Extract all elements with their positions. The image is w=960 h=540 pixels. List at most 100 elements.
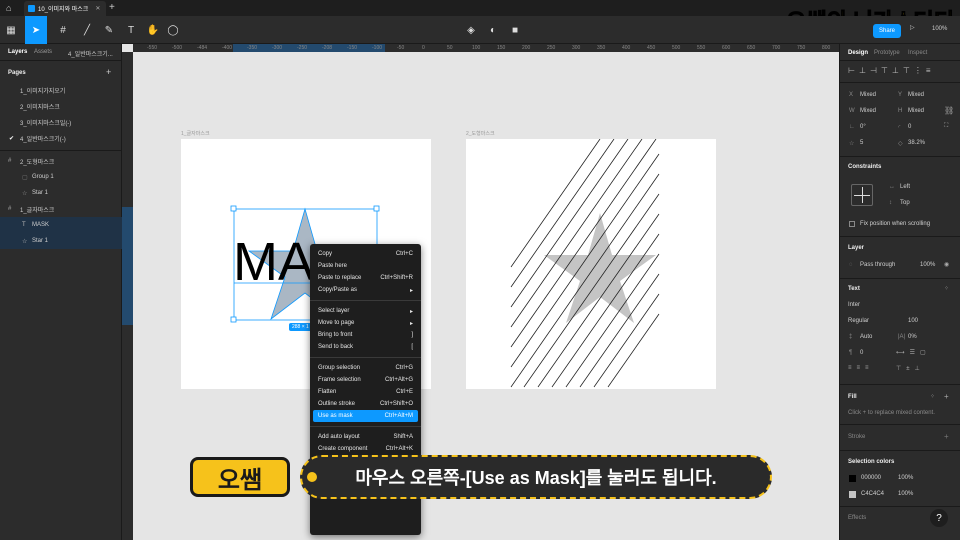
move-tool-icon[interactable]: ➤: [25, 16, 47, 44]
resize-handle[interactable]: [230, 316, 237, 323]
visibility-icon[interactable]: ◉: [944, 261, 949, 268]
points-field[interactable]: 5: [860, 140, 863, 146]
add-fill-icon[interactable]: +: [944, 392, 949, 401]
w-field[interactable]: Mixed: [860, 108, 876, 114]
add-stroke-icon[interactable]: +: [944, 432, 949, 441]
color-hex[interactable]: C4C4C4: [861, 491, 884, 497]
text-styles-icon[interactable]: ⁘: [944, 285, 949, 292]
comment-tool-icon[interactable]: ◯: [164, 16, 182, 44]
menu-separator: [310, 357, 421, 358]
h-field[interactable]: Mixed: [908, 108, 924, 114]
design-tab[interactable]: Design: [848, 50, 868, 56]
page-item[interactable]: 3_이미지마스크일(-): [0, 114, 122, 130]
page-item[interactable]: 2_이미지마스크: [0, 98, 122, 114]
color-opacity[interactable]: 100%: [898, 475, 913, 481]
menu-item-bring-to-front[interactable]: Bring to front]: [313, 329, 418, 341]
x-field[interactable]: Mixed: [860, 92, 876, 98]
resize-handle[interactable]: [373, 205, 380, 212]
color-swatch[interactable]: [849, 475, 856, 482]
add-page-icon[interactable]: +: [106, 67, 111, 77]
menu-item-create-component[interactable]: Create component Ctrl+Alt+K: [313, 443, 418, 455]
mask-tool-icon[interactable]: ◐: [484, 16, 502, 44]
menu-item-label: Bring to front: [318, 332, 353, 338]
home-icon[interactable]: ⌂: [6, 3, 16, 13]
menu-item-copy-paste-as[interactable]: Copy/Paste as ▸: [313, 284, 418, 296]
menu-item-paste-to-replace[interactable]: Paste to replace Ctrl+Shift+R: [313, 272, 418, 284]
color-swatch[interactable]: [849, 491, 856, 498]
main-menu-icon[interactable]: ▦: [2, 16, 20, 44]
text-align-icons[interactable]: ≡≡≡: [848, 365, 874, 371]
star-shape[interactable]: [544, 213, 656, 323]
layer-row-selected[interactable]: ☆ Star 1: [0, 233, 122, 249]
font-family-select[interactable]: Inter: [848, 302, 860, 308]
menu-item-add-auto-layout[interactable]: Add auto layout Shift+A: [313, 431, 418, 443]
radius-field[interactable]: 0: [908, 124, 911, 130]
new-tab-button[interactable]: +: [109, 2, 115, 13]
zoom-level[interactable]: 100%: [932, 26, 947, 32]
layer-row[interactable]: # 2_도형마스크: [0, 153, 122, 169]
page-item[interactable]: 1_이미지가지오기: [0, 82, 122, 98]
page-item-current[interactable]: ✔ 4_일반마스크기(-): [0, 130, 122, 146]
boolean-tool-icon[interactable]: ■: [506, 16, 524, 44]
pen-tool-icon[interactable]: ✎: [100, 16, 118, 44]
layer-row[interactable]: ▢ Group 1: [0, 169, 122, 185]
frame-label[interactable]: 1_글자마스크: [181, 130, 210, 137]
rotation-field[interactable]: 0°: [860, 124, 866, 130]
page-switcher[interactable]: 4_일반마스크기...: [68, 49, 113, 58]
vertical-align-icons[interactable]: ⊤±⊥: [896, 365, 925, 372]
ratio-field[interactable]: 38.2%: [908, 140, 925, 146]
horizontal-constraint-select[interactable]: Left: [900, 184, 910, 190]
menu-item-use-as-mask[interactable]: Use as mask Ctrl+Alt+M: [313, 410, 418, 422]
paragraph-spacing-field[interactable]: 0: [860, 350, 863, 356]
constraints-widget[interactable]: [851, 184, 873, 206]
menu-item-select-layer[interactable]: Select layer ▸: [313, 305, 418, 317]
fix-position-checkbox[interactable]: [849, 221, 855, 227]
share-button[interactable]: Share: [873, 24, 901, 38]
close-tab-icon[interactable]: ✕: [95, 5, 100, 12]
frame-label[interactable]: 2_도형마스크: [466, 130, 495, 137]
align-icons[interactable]: ⊢⊥⊣⊤⊥⊤⋮≡: [848, 66, 934, 75]
layer-row-selected[interactable]: T MASK: [0, 217, 122, 233]
menu-item-frame-selection[interactable]: Frame selection Ctrl+Alt+G: [313, 374, 418, 386]
file-tab[interactable]: 10_이미지와 마스크 ✕: [24, 1, 106, 16]
prototype-tab[interactable]: Prototype: [874, 50, 900, 56]
text-tool-icon[interactable]: T: [122, 16, 140, 44]
divider: [840, 156, 960, 157]
layer-row[interactable]: ☆ Star 1: [0, 185, 122, 201]
layer-opacity[interactable]: 100%: [920, 262, 935, 268]
layer-row[interactable]: # 1_글자마스크: [0, 201, 122, 217]
component-tool-icon[interactable]: ◈: [462, 16, 480, 44]
assets-tab[interactable]: Assets: [34, 49, 52, 55]
blend-mode-select[interactable]: Pass through: [860, 262, 895, 268]
mask-text-layer[interactable]: MA: [233, 235, 314, 289]
y-field[interactable]: Mixed: [908, 92, 924, 98]
inspect-tab[interactable]: Inspect: [908, 50, 927, 56]
color-hex[interactable]: 000000: [861, 475, 881, 481]
font-size-field[interactable]: 100: [908, 318, 918, 324]
letter-spacing-icon: |A|: [898, 334, 906, 340]
menu-item-paste-here[interactable]: Paste here: [313, 260, 418, 272]
menu-item-copy[interactable]: Copy Ctrl+C: [313, 248, 418, 260]
frame-2[interactable]: [466, 139, 716, 389]
fill-styles-icon[interactable]: ⁘: [930, 393, 935, 400]
layers-tab[interactable]: Layers: [8, 49, 27, 55]
vertical-constraint-select[interactable]: Top: [900, 200, 910, 206]
shape-tool-icon[interactable]: ╱: [78, 16, 96, 44]
help-button[interactable]: ?: [930, 509, 948, 527]
text-resize-icons[interactable]: ⟷☰▢: [896, 349, 931, 356]
menu-item-flatten[interactable]: Flatten Ctrl+E: [313, 386, 418, 398]
color-opacity[interactable]: 100%: [898, 491, 913, 497]
hand-tool-icon[interactable]: ✋: [144, 16, 162, 44]
menu-item-send-to-back[interactable]: Send to back [: [313, 341, 418, 353]
constrain-proportions-icon[interactable]: ⛓: [944, 106, 954, 115]
menu-item-group-selection[interactable]: Group selection Ctrl+G: [313, 362, 418, 374]
menu-item-outline-stroke[interactable]: Outline stroke Ctrl+Shift+O: [313, 398, 418, 410]
menu-item-move-to-page[interactable]: Move to page ▸: [313, 317, 418, 329]
play-icon[interactable]: ▷: [910, 24, 915, 31]
independent-corners-icon[interactable]: ⛶: [944, 123, 948, 130]
line-height-field[interactable]: Auto: [860, 334, 872, 340]
font-weight-select[interactable]: Regular: [848, 318, 869, 324]
frame-tool-icon[interactable]: #: [54, 16, 72, 44]
resize-handle[interactable]: [230, 205, 237, 212]
letter-spacing-field[interactable]: 0%: [908, 334, 917, 340]
